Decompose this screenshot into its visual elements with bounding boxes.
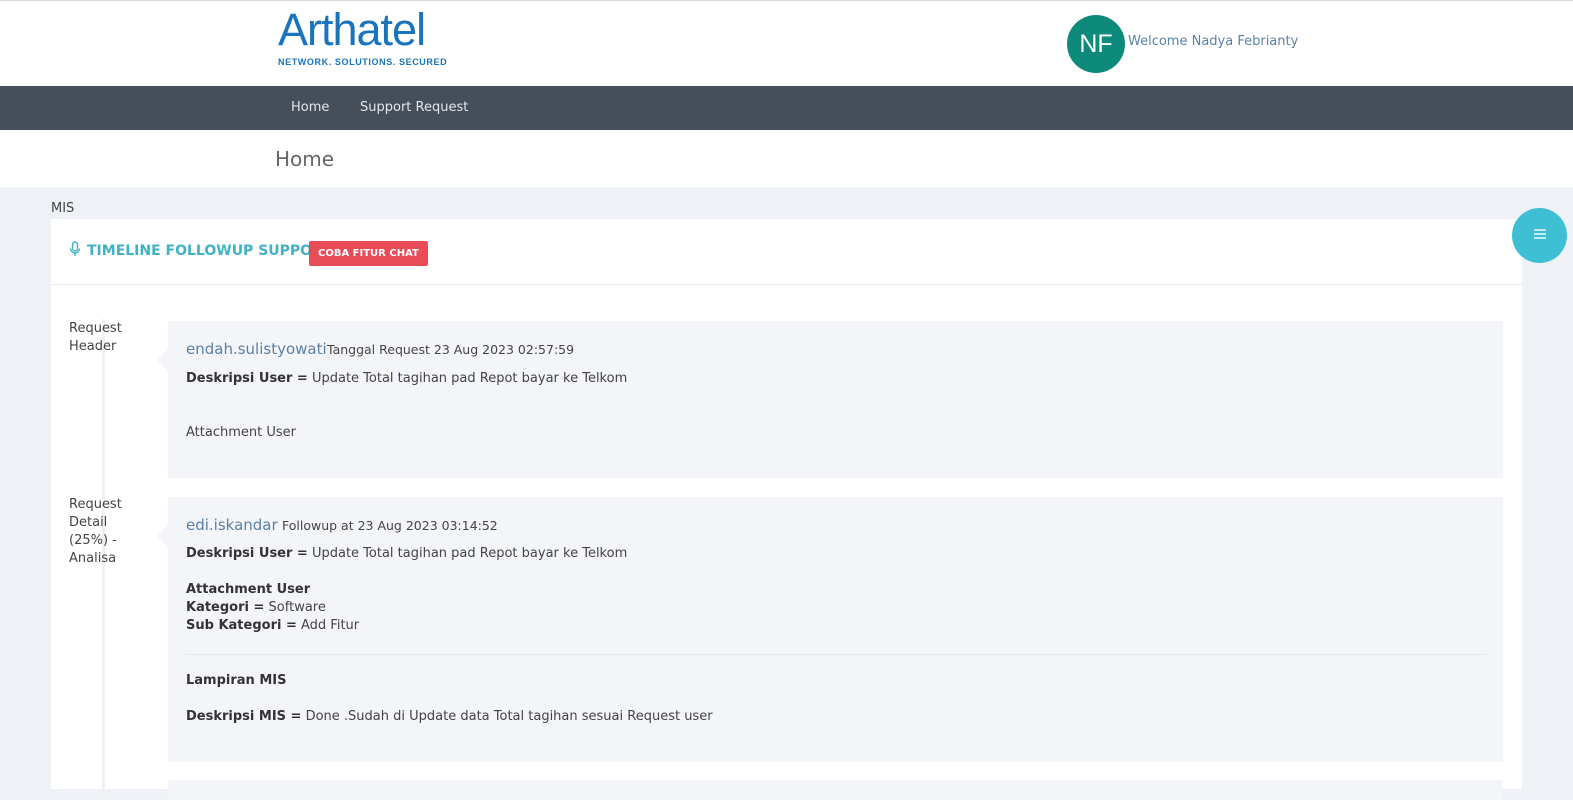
entry-username[interactable]: edi.iskandar <box>186 516 278 534</box>
timeline-pointer <box>157 349 168 371</box>
section-label: MIS <box>51 201 75 216</box>
mis-attachment: Lampiran MIS <box>186 673 286 688</box>
entry-timestamp: Tanggal Request 23 Aug 2023 02:57:59 <box>327 342 575 357</box>
user-avatar[interactable]: NF <box>1067 15 1125 73</box>
subcategory-value: Add Fitur <box>301 618 360 633</box>
top-header: Arthatel NETWORK. SOLUTIONS. SECURED NF … <box>0 0 1573 86</box>
logo-tagline: NETWORK. SOLUTIONS. SECURED <box>278 57 448 67</box>
category-row: Kategori = Software <box>186 600 326 615</box>
card-title: TIMELINE FOLLOWUP SUPPORT <box>87 243 332 259</box>
timeline-entry-next <box>168 780 1503 800</box>
timeline-label: Request Header <box>69 321 122 354</box>
entry-timestamp: Followup at 23 Aug 2023 03:14:52 <box>282 518 498 533</box>
entry-divider <box>186 654 1486 655</box>
mis-description-row: Deskripsi MIS = Done .Sudah di Update da… <box>186 709 713 724</box>
subcategory-row: Sub Kategori = Add Fitur <box>186 618 359 633</box>
floating-menu-button[interactable] <box>1512 208 1567 263</box>
user-description-row: Deskripsi User = Update Total tagihan pa… <box>186 371 627 386</box>
mis-description-label: Deskripsi MIS = <box>186 709 302 724</box>
user-description-row: Deskripsi User = Update Total tagihan pa… <box>186 546 627 561</box>
timeline-entry: edi.iskandar Followup at 23 Aug 2023 03:… <box>157 497 1503 762</box>
page-title: Home <box>275 147 335 171</box>
try-chat-button[interactable]: COBA FITUR CHAT <box>309 241 428 266</box>
logo-wordmark: Arthatel <box>278 4 426 55</box>
attachment-label: Attachment User <box>186 582 311 597</box>
user-description-label: Deskripsi User = <box>186 371 308 386</box>
microphone-icon <box>69 241 81 261</box>
timeline-entry: endah.sulistyowati Tanggal Request 23 Au… <box>157 321 1503 478</box>
timeline-label: Request Detail (25%) - Analisa <box>69 497 122 566</box>
menu-icon <box>1532 227 1548 245</box>
attachment-user: Attachment User <box>186 425 296 440</box>
user-description-value: Update Total tagihan pad Repot bayar ke … <box>311 371 628 386</box>
entry-username[interactable]: endah.sulistyowati <box>186 340 327 358</box>
subcategory-label: Sub Kategori = <box>186 618 297 633</box>
timeline-card: TIMELINE FOLLOWUP SUPPORT COBA FITUR CHA… <box>51 219 1522 800</box>
welcome-text[interactable]: Welcome Nadya Febrianty <box>1128 34 1298 49</box>
brand-logo[interactable]: Arthatel NETWORK. SOLUTIONS. SECURED <box>278 4 448 68</box>
user-description-value: Update Total tagihan pad Repot bayar ke … <box>311 546 628 561</box>
category-value: Software <box>268 600 326 615</box>
mis-description-value: Done .Sudah di Update data Total tagihan… <box>305 709 713 724</box>
page-header: Home <box>0 130 1573 187</box>
category-label: Kategori = <box>186 600 265 615</box>
timeline-pointer <box>157 525 168 547</box>
nav-item-support-request[interactable]: Support Request <box>360 100 468 115</box>
nav-item-home[interactable]: Home <box>291 100 329 115</box>
user-description-label: Deskripsi User = <box>186 546 308 561</box>
card-header: TIMELINE FOLLOWUP SUPPORT COBA FITUR CHA… <box>51 219 1522 285</box>
main-navbar: Home Support Request <box>0 86 1573 130</box>
attachment-user: Attachment User <box>186 582 310 597</box>
mis-attachment-label: Lampiran MIS <box>186 673 287 688</box>
